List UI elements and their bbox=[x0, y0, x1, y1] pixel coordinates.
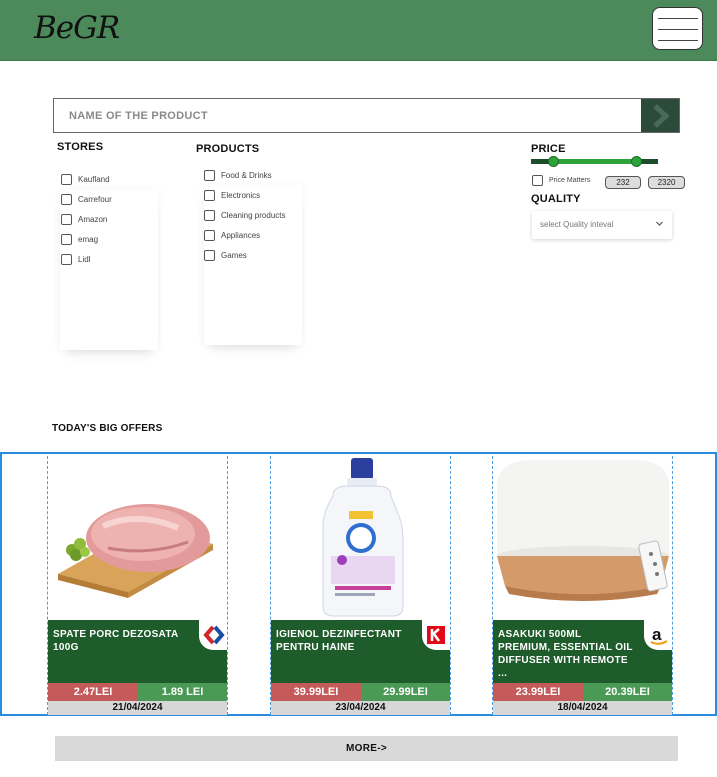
store-checkbox[interactable] bbox=[61, 254, 72, 265]
offer-card[interactable]: SPATE PORC DEZOSATA 100G 2.47LEI 1.89 LE… bbox=[47, 456, 228, 715]
offers-carousel[interactable]: SPATE PORC DEZOSATA 100G 2.47LEI 1.89 LE… bbox=[0, 452, 717, 716]
search-input[interactable] bbox=[54, 99, 642, 132]
oil-diffuser-icon bbox=[497, 460, 669, 601]
store-option-kaufland[interactable]: Kaufland bbox=[61, 174, 110, 185]
search-button[interactable] bbox=[641, 99, 679, 132]
store-label: Kaufland bbox=[78, 175, 110, 184]
chevron-down-icon bbox=[656, 221, 663, 226]
offer-date: 21/04/2024 bbox=[48, 701, 227, 715]
product-option-food-drinks[interactable]: Food & Drinks bbox=[204, 170, 272, 181]
products-title: PRODUCTS bbox=[196, 143, 260, 155]
more-offers-button[interactable]: MORE-> bbox=[55, 736, 678, 761]
product-label: Cleaning products bbox=[221, 211, 286, 220]
store-option-emag[interactable]: emag bbox=[61, 234, 98, 245]
price-matters-option[interactable]: Price Matters bbox=[532, 175, 590, 186]
amazon-logo-icon: a bbox=[650, 625, 668, 645]
stores-title: STORES bbox=[57, 141, 104, 153]
store-option-carrefour[interactable]: Carrefour bbox=[61, 194, 112, 205]
product-checkbox[interactable] bbox=[204, 170, 215, 181]
offer-old-price: 39.99LEI bbox=[271, 683, 361, 701]
offer-date: 18/04/2024 bbox=[493, 701, 672, 715]
offer-new-price: 20.39LEI bbox=[583, 683, 672, 701]
product-checkbox[interactable] bbox=[204, 190, 215, 201]
carrefour-logo-icon bbox=[203, 625, 225, 645]
product-checkbox[interactable] bbox=[204, 230, 215, 241]
offer-card[interactable]: ASAKUKI 500ML PREMIUM, ESSENTIAL OIL DIF… bbox=[492, 456, 673, 715]
store-logo-badge: a bbox=[644, 620, 672, 650]
offer-product-name[interactable]: IGIENOL DEZINFECTANT PENTRU HAINE bbox=[276, 628, 414, 654]
product-label: Appliances bbox=[221, 231, 261, 240]
price-min-value[interactable]: 232 bbox=[605, 176, 641, 189]
top-header: BeGR bbox=[0, 0, 717, 61]
offers-title: TODAY'S BIG OFFERS bbox=[52, 423, 163, 434]
quality-select[interactable]: select Quality inteval bbox=[532, 211, 672, 239]
store-option-lidl[interactable]: Lidl bbox=[61, 254, 90, 265]
offer-info: ASAKUKI 500ML PREMIUM, ESSENTIAL OIL DIF… bbox=[493, 620, 672, 683]
kaufland-logo-icon bbox=[427, 626, 445, 644]
price-matters-checkbox[interactable] bbox=[532, 175, 543, 186]
product-checkbox[interactable] bbox=[204, 250, 215, 261]
brand-logo[interactable]: BeGR bbox=[34, 10, 120, 46]
chevron-right-icon bbox=[653, 104, 670, 128]
store-checkbox[interactable] bbox=[61, 214, 72, 225]
search-bar bbox=[53, 98, 680, 133]
store-option-amazon[interactable]: Amazon bbox=[61, 214, 107, 225]
offer-new-price: 1.89 LEI bbox=[138, 683, 227, 701]
store-checkbox[interactable] bbox=[61, 234, 72, 245]
price-title: PRICE bbox=[531, 143, 566, 155]
product-label: Electronics bbox=[221, 191, 261, 200]
price-max-value[interactable]: 2320 bbox=[648, 176, 685, 189]
quality-select-placeholder: select Quality inteval bbox=[540, 220, 614, 229]
price-matters-label: Price Matters bbox=[549, 177, 591, 184]
product-checkbox[interactable] bbox=[204, 210, 215, 221]
offer-old-price: 23.99LEI bbox=[493, 683, 583, 701]
offer-product-name[interactable]: ASAKUKI 500ML PREMIUM, ESSENTIAL OIL DIF… bbox=[498, 628, 636, 680]
products-panel bbox=[204, 185, 302, 345]
hamburger-menu-button[interactable] bbox=[652, 7, 703, 50]
offer-old-price: 2.47LEI bbox=[48, 683, 138, 701]
svg-text:a: a bbox=[652, 625, 662, 644]
pork-meat-icon bbox=[58, 504, 213, 598]
product-label: Food & Drinks bbox=[221, 171, 272, 180]
detergent-bottle-icon bbox=[322, 458, 404, 617]
product-label: Games bbox=[221, 251, 247, 260]
store-checkbox[interactable] bbox=[61, 174, 72, 185]
store-checkbox[interactable] bbox=[61, 194, 72, 205]
price-slider-max-handle[interactable] bbox=[630, 156, 642, 167]
offer-card[interactable]: IGIENOL DEZINFECTANT PENTRU HAINE 39.99L… bbox=[270, 456, 451, 715]
price-slider-min-handle[interactable] bbox=[548, 156, 560, 167]
quality-title: QUALITY bbox=[531, 193, 581, 205]
store-logo-badge bbox=[422, 620, 450, 650]
product-option-appliances[interactable]: Appliances bbox=[204, 230, 260, 241]
offer-date: 23/04/2024 bbox=[271, 701, 450, 715]
store-label: Lidl bbox=[78, 255, 91, 264]
product-option-games[interactable]: Games bbox=[204, 250, 247, 261]
store-label: emag bbox=[78, 235, 99, 244]
store-label: Amazon bbox=[78, 215, 108, 224]
offer-info: IGIENOL DEZINFECTANT PENTRU HAINE bbox=[271, 620, 450, 683]
offer-info: SPATE PORC DEZOSATA 100G bbox=[48, 620, 227, 683]
price-slider-fill bbox=[553, 159, 637, 164]
product-option-electronics[interactable]: Electronics bbox=[204, 190, 260, 201]
product-option-cleaning[interactable]: Cleaning products bbox=[204, 210, 285, 221]
store-logo-badge bbox=[199, 620, 227, 650]
offer-new-price: 29.99LEI bbox=[361, 683, 450, 701]
offer-product-name[interactable]: SPATE PORC DEZOSATA 100G bbox=[53, 628, 191, 654]
store-label: Carrefour bbox=[78, 195, 112, 204]
